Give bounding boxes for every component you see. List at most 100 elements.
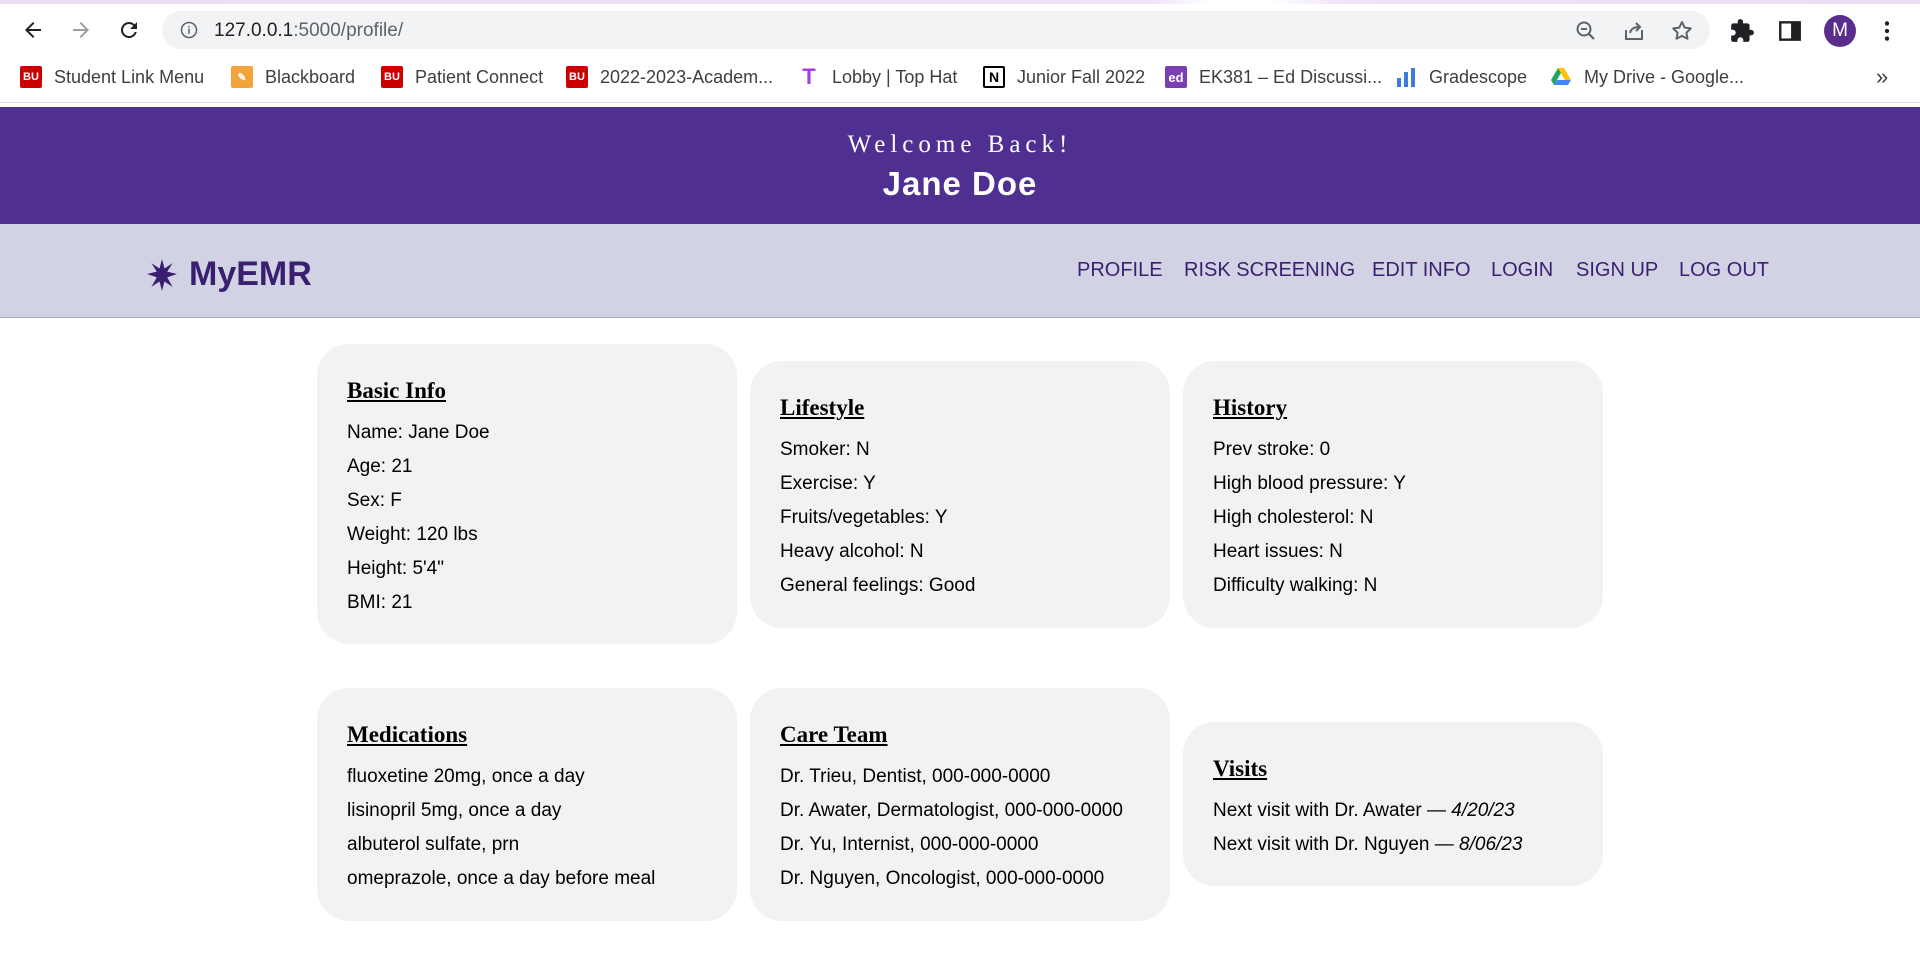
share-icon[interactable] [1622,19,1646,43]
info-line: Height: 5'4" [347,558,444,579]
site-info-icon[interactable] [180,21,198,39]
card-title: Care Team [780,722,888,747]
bookmark-label: 2022-2023-Academ... [600,66,774,87]
bookmark-google-drive[interactable]: My Drive - Google... [1550,65,1744,89]
brand-logo[interactable]: MyEMR [145,255,312,294]
lifestyle-card: Lifestyle Smoker: N Exercise: Y Fruits/v… [750,361,1170,628]
forward-arrow-icon [73,22,89,38]
blackboard-icon: ✎ [231,66,253,88]
starburst-logo-icon [147,258,177,291]
medication-item: albuterol sulfate, prn [347,834,520,855]
info-line: High blood pressure: Y [1213,473,1406,494]
site-navbar: MyEMR PROFILE RISK SCREENING EDIT INFO L… [0,224,1920,318]
nav-profile-link[interactable]: PROFILE [1077,259,1163,282]
bookmark-patient-connect[interactable]: BU Patient Connect [381,65,543,89]
ed-icon: ed [1165,66,1187,88]
card-title: Basic Info [347,378,447,403]
bookmark-ed-discussion[interactable]: ed EK381 – Ed Discussi... [1165,65,1382,89]
brand-name: MyEMR [189,255,312,293]
info-line: Age: 21 [347,456,413,477]
medication-item: fluoxetine 20mg, once a day [347,766,585,787]
care-team-member: Dr. Awater, Dermatologist, 000-000-0000 [780,800,1123,821]
bookmark-top-hat[interactable]: T Lobby | Top Hat [798,64,958,89]
address-bar[interactable]: 127.0.0.1:5000/profile/ [162,11,1710,49]
bookmark-label: EK381 – Ed Discussi... [1199,66,1383,87]
bookmark-label: Student Link Menu [54,66,205,87]
medication-item: omeprazole, once a day before meal [347,868,656,889]
nav-risk-screening-link[interactable]: RISK SCREENING [1184,259,1355,282]
info-line: Difficulty walking: N [1213,575,1378,596]
info-line: Weight: 120 lbs [347,524,478,545]
back-arrow-icon [25,22,41,38]
medications-card: Medications fluoxetine 20mg, once a day … [317,688,737,921]
info-line: General feelings: Good [780,575,976,596]
info-line: Smoker: N [780,439,870,460]
visit-date: 4/20/23 [1451,800,1515,821]
tab-strip [0,0,1920,8]
extensions-puzzle-icon[interactable] [1729,18,1755,44]
nav-sign-up-link[interactable]: SIGN UP [1576,259,1658,282]
nav-login-link[interactable]: LOGIN [1491,259,1553,282]
info-line: Sex: F [347,490,402,511]
welcome-banner: Welcome Back! Jane Doe [0,107,1920,224]
google-drive-icon [1551,68,1571,85]
bookmark-label: Junior Fall 2022 [1017,66,1146,87]
url-path: :5000/profile/ [293,20,404,41]
back-button[interactable] [17,14,49,46]
info-line: Heart issues: N [1213,541,1343,562]
bookmark-label: My Drive - Google... [1584,66,1745,87]
bookmark-junior-fall[interactable]: N Junior Fall 2022 [983,65,1145,89]
reload-button[interactable] [113,14,145,46]
bookmark-star-icon[interactable] [1670,19,1694,43]
bookmark-label: Patient Connect [415,66,544,87]
tophat-icon: T [802,64,816,89]
info-line: BMI: 21 [347,592,413,613]
card-title: Medications [347,722,468,747]
bookmark-blackboard[interactable]: ✎ Blackboard [231,65,355,89]
forward-button[interactable] [65,14,97,46]
visit-item: Next visit with Dr. Awater — 4/20/23 [1213,794,1573,828]
gradescope-icon [1397,68,1415,87]
info-line: Fruits/vegetables: Y [780,507,948,528]
kebab-menu-icon[interactable] [1874,18,1900,44]
url-host: 127.0.0.1 [214,20,294,41]
url-text[interactable]: 127.0.0.1:5000/profile/ [214,20,403,42]
profile-avatar[interactable]: M [1824,15,1856,47]
bu-icon: BU [20,66,42,88]
bu-icon: BU [566,66,588,88]
info-line: Name: Jane Doe [347,422,490,443]
browser-toolbar: 127.0.0.1:5000/profile/ M [0,8,1920,52]
info-line: Prev stroke: 0 [1213,439,1331,460]
bookmarks-bar: BU Student Link Menu ✎ Blackboard BU Patien… [0,52,1920,103]
care-team-member: Dr. Nguyen, Oncologist, 000-000-0000 [780,868,1105,889]
reload-icon [121,21,137,38]
nav-edit-info-link[interactable]: EDIT INFO [1372,259,1471,282]
visit-date: 8/06/23 [1459,834,1523,855]
visit-item: Next visit with Dr. Nguyen — 8/06/23 [1213,828,1573,862]
care-team-card: Care Team Dr. Trieu, Dentist, 000-000-00… [750,688,1170,921]
bookmark-label: Blackboard [265,66,356,87]
visit-text: Next visit with Dr. Nguyen — [1213,834,1460,855]
welcome-heading: Welcome Back! [847,131,1073,158]
basic-info-card: Basic Info Name: Jane Doe Age: 21 Sex: F… [317,344,737,644]
bu-icon: BU [381,66,403,88]
info-line: Heavy alcohol: N [780,541,924,562]
user-name: Jane Doe [882,165,1038,202]
medication-item: lisinopril 5mg, once a day [347,800,562,821]
bookmark-student-link-menu[interactable]: BU Student Link Menu [20,65,204,89]
notion-icon: N [983,66,1005,88]
bookmark-gradescope[interactable]: Gradescope [1395,65,1527,89]
care-team-member: Dr. Trieu, Dentist, 000-000-0000 [780,766,1051,787]
care-team-member: Dr. Yu, Internist, 000-000-0000 [780,834,1039,855]
nav-log-out-link[interactable]: LOG OUT [1679,259,1769,282]
bookmarks-overflow-button[interactable]: » [1876,64,1888,90]
zoom-icon[interactable] [1574,19,1598,43]
bookmark-label: Lobby | Top Hat [832,66,958,87]
history-card: History Prev stroke: 0 High blood pressu… [1183,361,1603,628]
card-title: Lifestyle [780,395,865,420]
visits-card: Visits Next visit with Dr. Awater — 4/20… [1183,722,1603,886]
side-panel-icon[interactable] [1777,18,1803,44]
bookmark-label: Gradescope [1429,66,1528,87]
info-line: High cholesterol: N [1213,507,1374,528]
bookmark-academic-calendar[interactable]: BU 2022-2023-Academ... [566,65,773,89]
